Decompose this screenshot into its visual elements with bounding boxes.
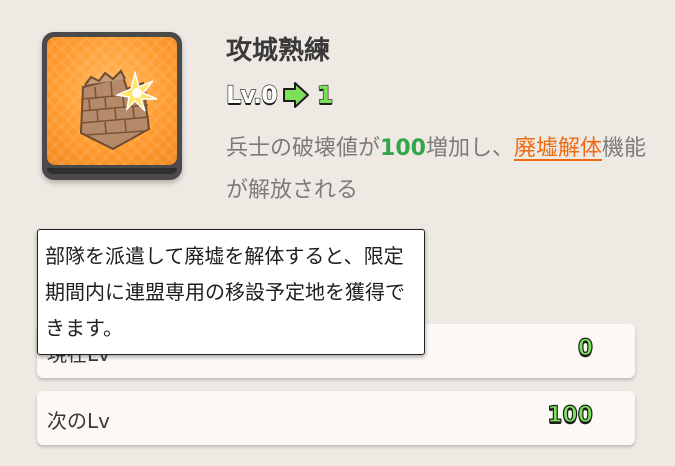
skill-icon-frame — [42, 32, 182, 180]
crumbling-brick-wall-icon — [79, 69, 158, 151]
current-level-label: Lv.0 — [225, 80, 278, 109]
description-text-1: 兵士の破壊値が — [226, 136, 381, 161]
description-highlight-number: 100 — [380, 136, 426, 161]
ruin-demolition-link[interactable]: 廃墟解体 — [514, 136, 602, 161]
level-progress: Lv.0 1 — [225, 78, 334, 112]
next-level-row-value: 100 — [546, 402, 593, 428]
skill-title: 攻城熟練 — [226, 36, 331, 66]
next-level-label: 1 — [316, 80, 334, 109]
skill-icon-frame-base — [47, 168, 177, 174]
skill-icon-background — [47, 37, 177, 165]
description-text-2: 増加し、 — [425, 136, 514, 161]
next-level-row: 次のLv 100 — [37, 391, 635, 445]
next-level-row-label: 次のLv — [47, 409, 110, 433]
ruin-demolition-tooltip: 部隊を派遣して廃墟を解体すると、限定期間内に連盟専用の移設予定地を獲得できます。 — [37, 229, 425, 355]
skill-description: 兵士の破壊値が100増加し、廃墟解体機能が解放される — [226, 128, 666, 212]
current-level-row-value: 0 — [577, 335, 594, 361]
green-arrow-right-icon — [282, 82, 309, 108]
